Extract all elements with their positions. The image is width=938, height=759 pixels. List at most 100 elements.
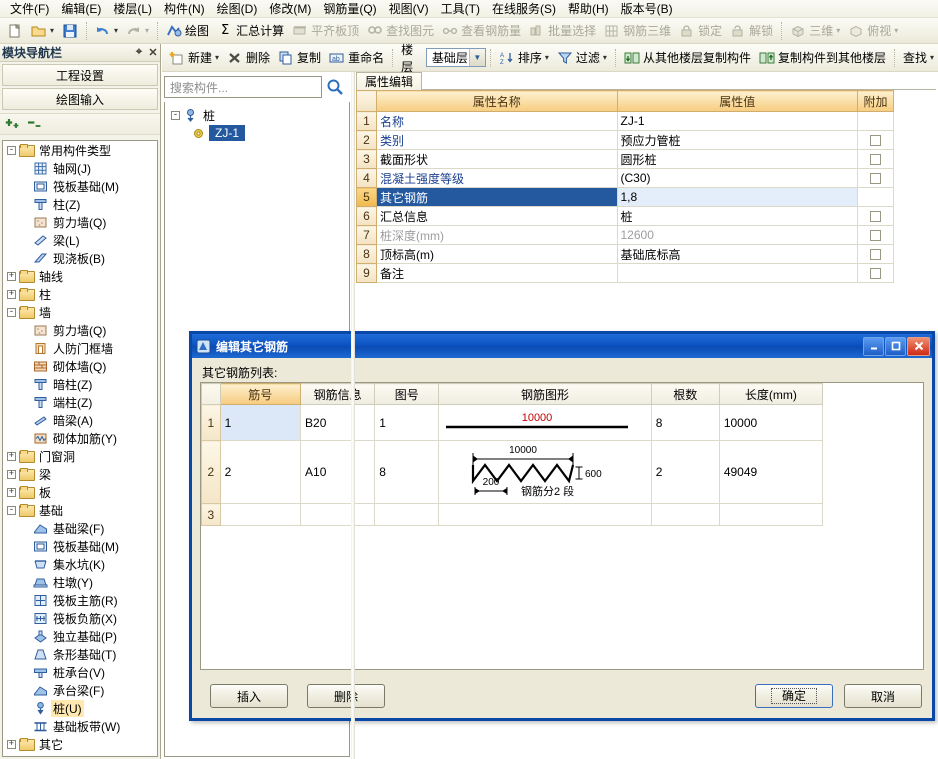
- tree-item-14[interactable]: 端柱(Z): [3, 393, 157, 411]
- find-button[interactable]: 查找 ▾: [899, 47, 938, 68]
- tree-item-26[interactable]: 筏板负筋(X): [3, 609, 157, 627]
- property-value-cell[interactable]: 预应力管桩: [616, 130, 858, 150]
- property-value-cell[interactable]: ZJ-1: [616, 111, 858, 131]
- rebar-row[interactable]: 2 2 A10 8 10000 600 200 钢筋分2 段 2 49049: [201, 440, 824, 504]
- tree-item-32[interactable]: 基础板带(W): [3, 717, 157, 735]
- rebar-3d-button[interactable]: 钢筋三维: [600, 20, 675, 41]
- rebar-jinhao-cell[interactable]: 2: [219, 440, 302, 504]
- property-attach-cell[interactable]: [857, 206, 894, 226]
- close-button[interactable]: [907, 336, 930, 356]
- tree-item-13[interactable]: 暗柱(Z): [3, 375, 157, 393]
- property-name-cell[interactable]: 类别: [376, 130, 618, 150]
- property-value-cell[interactable]: 桩: [616, 206, 858, 226]
- menu-item-8[interactable]: 工具(T): [435, 1, 486, 17]
- copy-component-button[interactable]: 复制: [274, 47, 325, 68]
- align-slab-top-button[interactable]: 平齐板顶: [288, 20, 363, 41]
- search-input[interactable]: 搜索构件...: [164, 76, 322, 98]
- component-tree-root[interactable]: - 桩: [165, 106, 349, 124]
- menu-item-4[interactable]: 绘图(D): [211, 1, 264, 17]
- property-name-cell[interactable]: 备注: [376, 263, 618, 283]
- property-value-cell[interactable]: 基础底标高: [616, 244, 858, 264]
- tree-item-0[interactable]: - 常用构件类型: [3, 141, 157, 159]
- rebar-count-cell[interactable]: 2: [650, 440, 720, 504]
- tree-item-17[interactable]: + 门窗洞: [3, 447, 157, 465]
- minimize-button[interactable]: [863, 336, 884, 356]
- new-component-button[interactable]: 新建 ▾: [165, 47, 223, 68]
- collapse-toggle-icon[interactable]: -: [7, 307, 16, 317]
- sort-button[interactable]: AZ 排序 ▾: [495, 47, 553, 68]
- rebar-count-cell[interactable]: 8: [650, 404, 720, 441]
- property-name-cell[interactable]: 混凝土强度等级: [376, 168, 618, 188]
- tree-item-22[interactable]: 筏板基础(M): [3, 537, 157, 555]
- property-value-cell[interactable]: 12600: [616, 225, 858, 245]
- tree-item-6[interactable]: 现浇板(B): [3, 249, 157, 267]
- tree-item-19[interactable]: + 板: [3, 483, 157, 501]
- property-row[interactable]: 2 类别 预应力管桩: [356, 130, 894, 150]
- menu-item-9[interactable]: 在线服务(S): [486, 1, 562, 17]
- top-view-button[interactable]: 俯视 ▾: [844, 20, 902, 41]
- summary-calc-button[interactable]: Σ 汇总计算: [213, 20, 288, 41]
- tree-item-23[interactable]: 集水坑(K): [3, 555, 157, 573]
- tree-item-1[interactable]: 轴网(J): [3, 159, 157, 177]
- rebar-shape-cell[interactable]: [438, 503, 652, 526]
- tree-item-18[interactable]: + 梁: [3, 465, 157, 483]
- tree-item-4[interactable]: 剪力墙(Q): [3, 213, 157, 231]
- tree-item-31[interactable]: 桩(U): [3, 699, 157, 717]
- cancel-button[interactable]: 取消: [844, 684, 922, 708]
- copy-from-other-floor-button[interactable]: 从其他楼层复制构件: [620, 47, 755, 68]
- property-attach-cell[interactable]: [857, 149, 894, 169]
- property-name-cell[interactable]: 汇总信息: [376, 206, 618, 226]
- property-value-cell[interactable]: 1,8: [616, 187, 858, 207]
- delete-row-button[interactable]: 删除: [307, 684, 385, 708]
- property-row[interactable]: 9 备注: [356, 263, 894, 283]
- property-name-cell[interactable]: 顶标高(m): [376, 244, 618, 264]
- filter-dropdown-arrow-icon[interactable]: ▾: [603, 53, 607, 62]
- insert-button[interactable]: 插入: [210, 684, 288, 708]
- save-button[interactable]: [58, 22, 82, 40]
- undo-dropdown-arrow-icon[interactable]: ▾: [114, 26, 118, 35]
- property-row[interactable]: 8 顶标高(m) 基础底标高: [356, 244, 894, 264]
- menu-item-1[interactable]: 编辑(E): [55, 1, 107, 17]
- rebar-length-cell[interactable]: 49049: [718, 440, 824, 504]
- tree-item-20[interactable]: - 基础: [3, 501, 157, 519]
- property-value-cell[interactable]: 圆形桩: [616, 149, 858, 169]
- rebar-row[interactable]: 1 1 B20 1 10000 8 10000: [201, 404, 824, 441]
- tree-item-12[interactable]: 砌体墙(Q): [3, 357, 157, 375]
- undo-button[interactable]: ▾: [91, 22, 122, 40]
- tree-item-24[interactable]: 柱墩(Y): [3, 573, 157, 591]
- new-file-button[interactable]: [3, 22, 27, 40]
- chevron-down-icon[interactable]: ▼: [468, 49, 485, 66]
- rename-component-button[interactable]: ab 重命名: [325, 47, 388, 68]
- menu-item-11[interactable]: 版本号(B): [615, 1, 679, 17]
- property-attach-cell[interactable]: [857, 244, 894, 264]
- tree-item-27[interactable]: 独立基础(P): [3, 627, 157, 645]
- rebar-tuhao-cell[interactable]: [374, 503, 440, 526]
- collapse-toggle-icon[interactable]: -: [7, 505, 16, 515]
- property-row[interactable]: 7 桩深度(mm) 12600: [356, 225, 894, 245]
- property-value-cell[interactable]: [616, 263, 858, 283]
- expand-toggle-icon[interactable]: +: [7, 289, 16, 299]
- dialog-title-bar[interactable]: 编辑其它钢筋: [192, 334, 932, 358]
- sort-dropdown-arrow-icon[interactable]: ▾: [545, 53, 549, 62]
- attach-checkbox[interactable]: [870, 134, 881, 146]
- property-name-cell[interactable]: 桩深度(mm): [376, 225, 618, 245]
- property-attach-cell[interactable]: [857, 263, 894, 283]
- module-tree[interactable]: - 常用构件类型 轴网(J) 筏板基础(M) 柱(Z) 剪力墙(Q) 梁(L) 现浇板(B) +…: [2, 140, 158, 757]
- property-attach-cell[interactable]: [857, 130, 894, 150]
- menu-item-5[interactable]: 修改(M): [263, 1, 317, 17]
- attach-checkbox[interactable]: [870, 229, 881, 241]
- rebar-tuhao-cell[interactable]: 1: [374, 404, 440, 441]
- menu-item-2[interactable]: 楼层(L): [107, 1, 158, 17]
- open-file-button[interactable]: ▾: [27, 22, 58, 40]
- tree-item-2[interactable]: 筏板基础(M): [3, 177, 157, 195]
- top-view-dropdown-arrow-icon[interactable]: ▾: [894, 26, 898, 35]
- component-tree-item-zj1[interactable]: ZJ-1: [165, 124, 349, 142]
- view-3d-button[interactable]: 三维 ▾: [786, 20, 844, 41]
- tree-item-21[interactable]: 基础梁(F): [3, 519, 157, 537]
- rebar-shape-cell[interactable]: 10000 600 200 钢筋分2 段: [438, 440, 652, 504]
- ok-button[interactable]: 确定: [755, 684, 833, 708]
- rebar-info-cell[interactable]: [300, 503, 376, 526]
- nav-button-drawing-input[interactable]: 绘图输入: [2, 88, 158, 110]
- floor-select[interactable]: 基础层 ▼: [425, 48, 486, 67]
- batch-select-button[interactable]: 批量选择: [525, 20, 600, 41]
